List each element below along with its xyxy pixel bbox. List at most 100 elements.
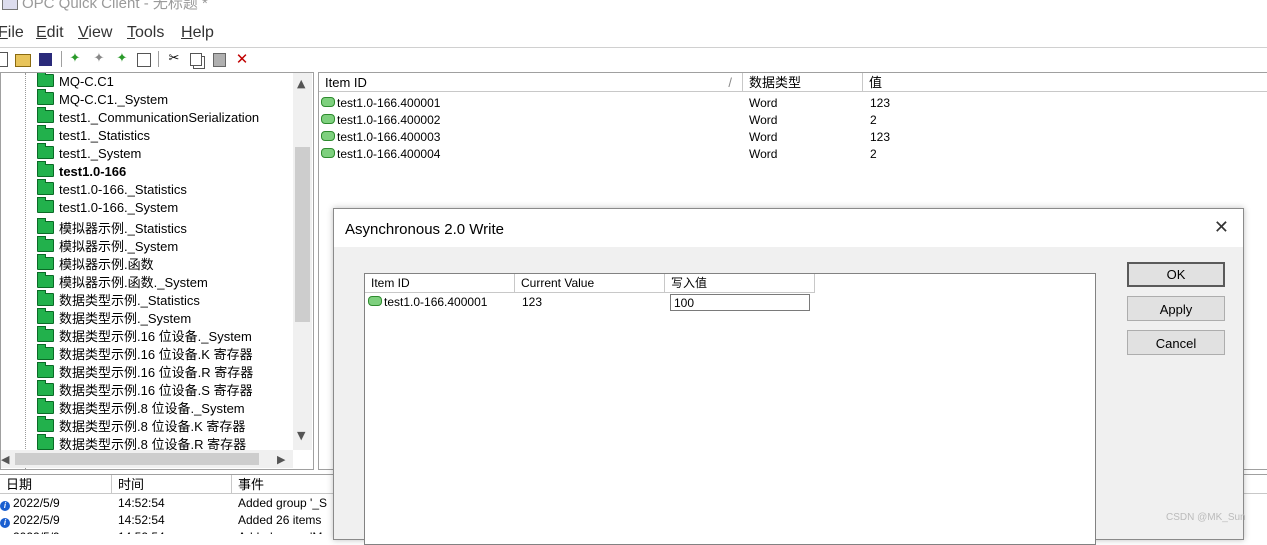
date-text: 2022/5/9 <box>13 513 60 527</box>
new-icon[interactable] <box>0 52 8 67</box>
folder-icon <box>37 161 54 177</box>
tree-item[interactable]: MQ-C.C1._System <box>37 89 168 110</box>
tree-item[interactable]: test1._Statistics <box>37 125 150 146</box>
column-header-value[interactable]: 值 <box>863 73 1267 92</box>
new-server-icon[interactable]: ✦ <box>67 51 83 67</box>
column-header-item-id[interactable]: Item ID <box>365 274 515 293</box>
scroll-right-icon[interactable]: ▶ <box>277 453 285 466</box>
tree-item[interactable]: 数据类型示例.16 位设备._System <box>37 326 252 344</box>
tree-item[interactable]: 数据类型示例._System <box>37 308 191 326</box>
item-id-cell: test1.0-166.400003 <box>321 130 440 144</box>
tree-item-label: 数据类型示例.8 位设备._System <box>59 401 245 416</box>
tree-item[interactable]: 数据类型示例._Statistics <box>37 290 200 308</box>
value-cell: 123 <box>870 130 891 144</box>
tree-connector-line <box>25 73 27 469</box>
tree-item-label: test1.0-166._System <box>59 200 179 215</box>
date-text: 2022/5/9 <box>13 496 60 510</box>
column-header-label: Item ID <box>371 276 410 290</box>
tree-item[interactable]: 数据类型示例.16 位设备.K 寄存器 <box>37 344 253 362</box>
tree-item[interactable]: 数据类型示例.8 位设备.K 寄存器 <box>37 416 245 434</box>
column-header-write-value[interactable]: 写入值 <box>665 274 815 293</box>
paste-icon[interactable] <box>213 53 226 67</box>
table-row[interactable]: test1.0-166.400002 Word 2 <box>321 113 1261 130</box>
tree-item-label: test1.0-166 <box>59 164 127 179</box>
title-bar: OPC Quick Client - 无标题 * <box>0 0 1267 12</box>
tree-item[interactable]: 模拟器示例.函数._System <box>37 272 208 290</box>
item-id-text: test1.0-166.400001 <box>337 96 441 110</box>
table-row[interactable]: test1.0-166.400001 Word 123 <box>321 96 1261 113</box>
tag-icon <box>321 97 335 107</box>
time-cell: 14:52:54 <box>118 530 165 534</box>
info-icon: i <box>0 501 10 511</box>
tree-item-label: MQ-C.C1 <box>59 74 114 89</box>
folder-icon <box>37 143 54 159</box>
tree-vertical-scrollbar[interactable]: ▲ ▼ <box>293 73 312 450</box>
window-title: OPC Quick Client - 无标题 * <box>22 0 208 12</box>
tree-item[interactable]: 数据类型示例.8 位设备._System <box>37 398 245 416</box>
ok-button[interactable]: OK <box>1127 262 1225 287</box>
menu-view[interactable]: View <box>78 24 112 42</box>
tree-item[interactable]: MQ-C.C1 <box>37 73 114 92</box>
item-id-text: test1.0-166.400004 <box>337 147 441 161</box>
event-cell: Added group 'M <box>238 530 322 534</box>
tree-item[interactable]: 模拟器示例._Statistics <box>37 218 187 236</box>
column-header-time[interactable]: 时间 <box>112 475 232 494</box>
write-item-list: Item ID Current Value 写入值 test1.0-166.40… <box>364 273 1096 545</box>
column-header-item-id[interactable]: Item ID / <box>319 73 743 92</box>
save-icon[interactable] <box>39 53 52 66</box>
new-group-icon[interactable]: ✦ <box>91 51 107 67</box>
tree-item-label: 模拟器示例._System <box>59 239 179 254</box>
table-row[interactable]: test1.0-166.400004 Word 2 <box>321 147 1261 164</box>
cancel-button[interactable]: Cancel <box>1127 330 1225 355</box>
menu-file[interactable]: File <box>0 24 24 42</box>
column-header-date[interactable]: 日期 <box>0 475 112 494</box>
event-cell: Added 26 items <box>238 513 322 527</box>
properties-icon[interactable] <box>137 53 151 67</box>
menu-help[interactable]: Help <box>181 24 214 42</box>
tree-item[interactable]: 数据类型示例.16 位设备.S 寄存器 <box>37 380 253 398</box>
tree-item[interactable]: 数据类型示例.16 位设备.R 寄存器 <box>37 362 253 380</box>
tree-item[interactable]: test1.0-166._Statistics <box>37 179 187 200</box>
copy-icon[interactable] <box>190 53 202 66</box>
column-header-data-type[interactable]: 数据类型 <box>743 73 863 92</box>
delete-icon[interactable]: ✕ <box>234 51 250 67</box>
menu-tools[interactable]: Tools <box>127 24 164 42</box>
write-value-input[interactable]: 100 <box>670 294 810 311</box>
tag-icon <box>321 148 335 158</box>
tree-item[interactable]: 模拟器示例._System <box>37 236 178 254</box>
tree-item-label: 数据类型示例._System <box>59 311 192 326</box>
tree-item[interactable]: test1._System <box>37 143 141 164</box>
dialog-title: Asynchronous 2.0 Write <box>345 221 504 238</box>
folder-icon <box>37 89 54 105</box>
tree-item[interactable]: test1.0-166 <box>37 161 127 182</box>
tree-scroll-thumb[interactable] <box>295 147 310 322</box>
tree-item[interactable]: 模拟器示例.函数 <box>37 254 154 272</box>
value-cell: 2 <box>870 147 877 161</box>
server-tree: MQ-C.C1 MQ-C.C1._System test1._Communicati… <box>0 72 314 470</box>
open-icon[interactable] <box>15 54 31 67</box>
column-header-current-value[interactable]: Current Value <box>515 274 665 293</box>
folder-icon <box>37 326 54 342</box>
folder-icon <box>37 290 54 306</box>
tree-hscroll-thumb[interactable] <box>15 453 259 465</box>
toolbar-separator <box>61 51 62 67</box>
scroll-down-icon[interactable]: ▼ <box>297 429 305 442</box>
tag-icon <box>321 131 335 141</box>
menu-edit[interactable]: Edit <box>36 24 64 42</box>
tree-horizontal-scrollbar[interactable]: ◀ ▶ <box>1 450 293 468</box>
table-row[interactable]: test1.0-166.400003 Word 123 <box>321 130 1261 147</box>
cut-icon[interactable]: ✂ <box>166 51 182 67</box>
tree-item[interactable]: test1.0-166._System <box>37 197 179 218</box>
tree-item-label: test1.0-166._Statistics <box>59 182 187 197</box>
folder-icon <box>37 380 54 396</box>
scroll-left-icon[interactable]: ◀ <box>1 453 9 466</box>
folder-icon <box>37 107 54 123</box>
apply-button[interactable]: Apply <box>1127 296 1225 321</box>
tree-item[interactable]: test1._CommunicationSerialization <box>37 107 259 128</box>
data-type-cell: Word <box>749 113 778 127</box>
scroll-up-icon[interactable]: ▲ <box>297 77 305 90</box>
new-item-icon[interactable]: ✦ <box>114 51 130 67</box>
close-icon[interactable]: ✕ <box>1214 217 1229 238</box>
tree-item-label: 数据类型示例.8 位设备.K 寄存器 <box>59 419 246 434</box>
tag-icon <box>368 296 382 306</box>
